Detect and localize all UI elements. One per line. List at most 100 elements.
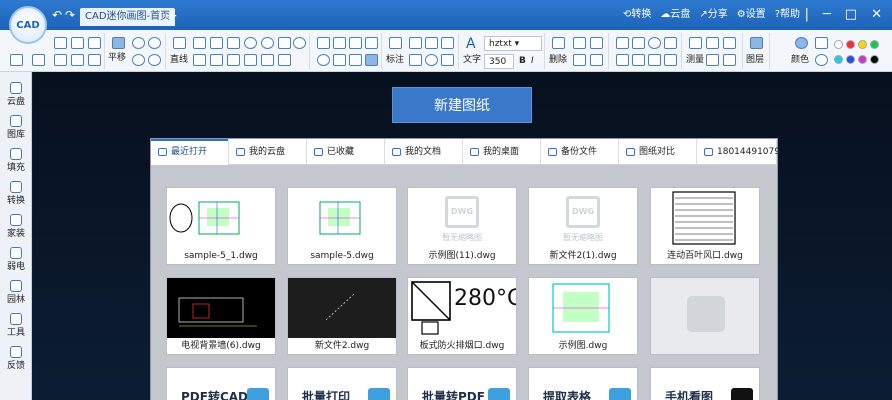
measure-distance-icon[interactable]: [689, 37, 702, 49]
tab-desktop[interactable]: 我的桌面: [463, 139, 541, 165]
extend-icon[interactable]: [648, 54, 661, 66]
font-size-select[interactable]: 350: [484, 54, 514, 69]
polygon-icon[interactable]: [210, 54, 223, 66]
sidebar-item-feedback[interactable]: 反馈: [0, 344, 32, 376]
share-link[interactable]: ↗分享: [699, 8, 727, 22]
file-card[interactable]: 电视背景墙(6).dwg: [166, 277, 276, 355]
color-swatch[interactable]: [858, 55, 867, 64]
color-swatch[interactable]: [870, 55, 879, 64]
scissors-icon[interactable]: [590, 37, 603, 49]
cloud-link[interactable]: ☁云盘: [660, 8, 690, 22]
radius-dim-icon[interactable]: [425, 54, 438, 66]
save-icon[interactable]: [88, 37, 101, 49]
triangle-icon[interactable]: [193, 54, 206, 66]
sidebar-item-cloud[interactable]: 云盘: [0, 80, 32, 112]
file-card[interactable]: DWG 暂无缩略图 新文件2(1).dwg: [528, 187, 638, 265]
maximize-button[interactable]: □: [845, 6, 857, 24]
tab-backup[interactable]: 备份文件: [541, 139, 619, 165]
freehand-icon[interactable]: [278, 54, 291, 66]
delete-label[interactable]: 删除: [549, 55, 567, 66]
circle-icon[interactable]: [261, 37, 274, 49]
new-drawing-button[interactable]: 新建图纸: [392, 87, 532, 123]
tab-compare[interactable]: 图纸对比: [619, 139, 697, 165]
sidebar-item-convert[interactable]: 转换: [0, 179, 32, 211]
offset-icon[interactable]: [317, 54, 330, 66]
color-swatch[interactable]: [834, 40, 843, 49]
feature-batch-to-pdf[interactable]: 批量转PDF: [407, 367, 517, 400]
sidebar-item-electric[interactable]: 弱电: [0, 245, 32, 277]
zoom-extent-icon[interactable]: [148, 54, 161, 66]
layer-stack-icon[interactable]: [750, 37, 763, 49]
open-file-icon[interactable]: [54, 37, 67, 49]
save-as-icon[interactable]: [88, 54, 101, 66]
tab-account[interactable]: 18014491079: [697, 139, 780, 165]
revision-cloud-icon[interactable]: [244, 54, 257, 66]
file-card[interactable]: 示例图.dwg: [528, 277, 638, 355]
eyedropper-icon[interactable]: [815, 54, 828, 66]
copy-icon[interactable]: [573, 37, 586, 49]
pan-hand-icon[interactable]: [112, 37, 125, 49]
leader-icon[interactable]: [409, 54, 422, 66]
paste-icon[interactable]: [573, 54, 586, 66]
feature-mobile-view[interactable]: 手机看图: [650, 367, 760, 400]
stretch-icon[interactable]: [616, 54, 629, 66]
minimize-button[interactable]: ─: [823, 6, 831, 24]
sidebar-item-garden[interactable]: 园林: [0, 278, 32, 310]
delete-icon[interactable]: [552, 37, 565, 49]
polyline-icon[interactable]: [193, 37, 206, 49]
sidebar-item-interior[interactable]: 家装: [0, 212, 32, 244]
file-card[interactable]: [650, 277, 760, 355]
feature-batch-print[interactable]: 批量打印: [287, 367, 397, 400]
feature-extract-table[interactable]: 提取表格: [528, 367, 638, 400]
text-label[interactable]: 文字: [463, 55, 481, 66]
undo-icon[interactable]: ↶: [52, 8, 62, 22]
file-card[interactable]: sample-5.dwg: [287, 187, 397, 265]
font-name-select[interactable]: hztxt ▾: [484, 36, 542, 51]
aligned-dim-icon[interactable]: [425, 37, 438, 49]
line-label[interactable]: 直线: [170, 55, 188, 66]
file-card[interactable]: 280°C 板式防火排烟口.dwg: [407, 277, 517, 355]
table-icon[interactable]: [723, 54, 736, 66]
sidebar-item-hatch[interactable]: 填充: [0, 146, 32, 178]
layer-label[interactable]: 图层: [746, 55, 764, 66]
angle-dim-icon[interactable]: [409, 37, 422, 49]
continuous-dim-icon[interactable]: [441, 37, 454, 49]
color-swatch[interactable]: [858, 40, 867, 49]
line-weight-icon[interactable]: [815, 37, 828, 49]
sidebar-item-tools[interactable]: 工具: [0, 311, 32, 343]
color-label[interactable]: 颜色: [791, 55, 809, 66]
color-swatch[interactable]: [870, 40, 879, 49]
parallelogram-icon[interactable]: [227, 54, 240, 66]
tab-documents[interactable]: 我的文档: [385, 139, 463, 165]
export-icon[interactable]: [32, 54, 45, 66]
measure-area-icon[interactable]: [706, 37, 719, 49]
tab-cloud[interactable]: 我的云盘: [229, 139, 307, 165]
file-card[interactable]: DWG 暂无缩略图 示例图(11).dwg: [407, 187, 517, 265]
color-swatch[interactable]: [834, 55, 843, 64]
feature-pdf-to-cad[interactable]: PDF转CAD: [166, 367, 276, 400]
import-icon[interactable]: [10, 54, 23, 66]
rotate-icon[interactable]: [349, 37, 362, 49]
zoom-in-icon[interactable]: [132, 37, 145, 49]
print-icon[interactable]: [54, 54, 67, 66]
fill-bucket-icon[interactable]: [365, 37, 378, 49]
bold-button[interactable]: B: [519, 56, 526, 67]
mirror-icon[interactable]: [590, 54, 603, 66]
color-wheel-icon[interactable]: [795, 37, 808, 49]
image-insert-icon[interactable]: [365, 54, 378, 66]
file-card[interactable]: sample-5_1.dwg: [166, 187, 276, 265]
rotate-ccw-icon[interactable]: [648, 37, 661, 49]
dimension-icon[interactable]: [389, 37, 402, 49]
file-card[interactable]: 连动百叶风口.dwg: [650, 187, 760, 265]
spline-icon[interactable]: [227, 37, 240, 49]
zoom-window-icon[interactable]: [132, 54, 145, 66]
arc-icon[interactable]: [244, 37, 257, 49]
break-icon[interactable]: [664, 54, 677, 66]
zoom-out-icon[interactable]: [148, 37, 161, 49]
image-export-icon[interactable]: [71, 54, 84, 66]
elevation-icon[interactable]: [441, 54, 454, 66]
redo-icon[interactable]: ↷: [65, 8, 75, 22]
pan-label[interactable]: 平移: [108, 53, 126, 64]
tab-favorites[interactable]: 已收藏: [307, 139, 385, 165]
measure-angle-icon[interactable]: [723, 37, 736, 49]
